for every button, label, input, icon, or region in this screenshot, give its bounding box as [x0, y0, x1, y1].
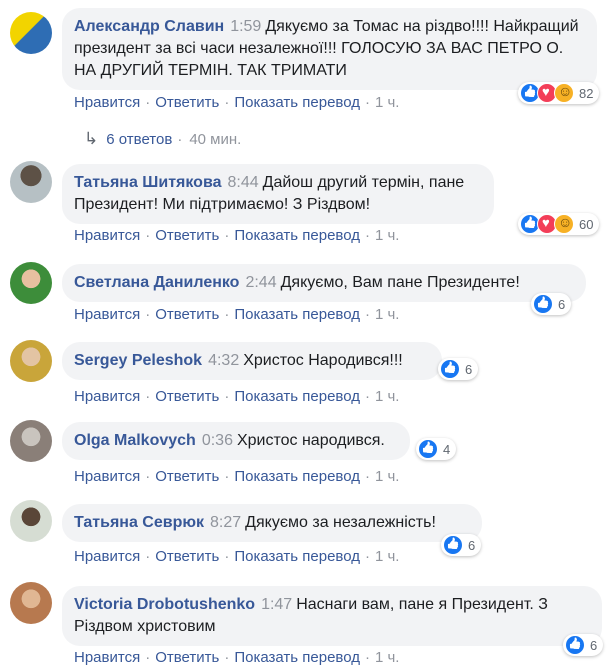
like-reaction-icon — [533, 294, 553, 314]
like-link[interactable]: Нравится — [74, 649, 140, 666]
comment-bubble: Татьяна Севрюк 8:27 Дякуємо за незалежніст… — [62, 504, 482, 542]
like-link[interactable]: Нравится — [74, 94, 140, 111]
translate-link[interactable]: Показать перевод — [234, 306, 360, 323]
reply-link[interactable]: Ответить — [155, 306, 219, 323]
like-link[interactable]: Нравится — [74, 227, 140, 244]
comment-text: Христос народився. — [236, 432, 385, 449]
comment-author[interactable]: Victoria Drobotushenko — [74, 596, 255, 613]
replies-count[interactable]: 6 ответов — [106, 131, 172, 148]
reply-link[interactable]: Ответить — [155, 548, 219, 565]
reaction-summary[interactable]: 6 — [531, 293, 572, 315]
comment-actions: Нравится · Ответить · Показать перевод · 1 ч. — [74, 227, 400, 244]
comment-age[interactable]: 1 ч. — [375, 468, 400, 485]
avatar[interactable] — [10, 420, 52, 462]
translate-link[interactable]: Показать перевод — [234, 649, 360, 666]
comment-author[interactable]: Татьяна Севрюк — [74, 514, 204, 531]
avatar[interactable] — [10, 500, 52, 542]
view-replies-link[interactable]: ↳ 6 ответов · 40 мин. — [84, 129, 241, 149]
translate-link[interactable]: Показать перевод — [234, 468, 360, 485]
avatar[interactable] — [10, 12, 52, 54]
comment-age[interactable]: 1 ч. — [375, 548, 400, 565]
comment-text: Христос Народився!!! — [243, 352, 403, 369]
reaction-summary[interactable]: 82 — [518, 82, 600, 104]
comment-actions: Нравится · Ответить · Показать перевод · 1 ч. — [74, 649, 400, 666]
comment-actions: Нравится · Ответить · Показать перевод · 1 ч. — [74, 468, 400, 485]
comment-time[interactable]: 1:47 — [261, 596, 292, 613]
comment-bubble: Светлана Даниленко 2:44 Дякуємо, Вам пане … — [62, 264, 586, 302]
comment-bubble: Olga Malkovych 0:36 Христос народився. — [62, 422, 410, 460]
avatar[interactable] — [10, 340, 52, 382]
comment-time[interactable]: 2:44 — [245, 274, 276, 291]
comment-bubble: Victoria Drobotushenko 1:47 Наснаги вам, п… — [62, 586, 602, 646]
reaction-count: 60 — [579, 216, 594, 232]
reply-link[interactable]: Ответить — [155, 468, 219, 485]
reply-link[interactable]: Ответить — [155, 649, 219, 666]
comment-age[interactable]: 1 ч. — [375, 649, 400, 666]
comment-age[interactable]: 1 ч. — [375, 388, 400, 405]
reaction-count: 6 — [558, 296, 566, 312]
comment-bubble: Александр Славин 1:59 Дякуємо за Томас на … — [62, 8, 597, 90]
reply-arrow-icon: ↳ — [84, 129, 99, 148]
comment-author[interactable]: Светлана Даниленко — [74, 274, 239, 291]
reaction-count: 6 — [465, 361, 473, 377]
comment-time[interactable]: 8:44 — [227, 174, 258, 191]
comment-age[interactable]: 1 ч. — [375, 94, 400, 111]
like-link[interactable]: Нравится — [74, 468, 140, 485]
avatar[interactable] — [10, 161, 52, 203]
comment-age[interactable]: 1 ч. — [375, 227, 400, 244]
reaction-count: 4 — [443, 441, 451, 457]
comment-bubble: Sergey Peleshok 4:32 Христос Народився!!! — [62, 342, 442, 380]
comment-author[interactable]: Татьяна Шитякова — [74, 174, 221, 191]
avatar[interactable] — [10, 582, 52, 624]
reaction-summary[interactable]: 6 — [441, 534, 482, 556]
haha-reaction-icon — [554, 83, 574, 103]
like-reaction-icon — [565, 635, 585, 655]
translate-link[interactable]: Показать перевод — [234, 94, 360, 111]
translate-link[interactable]: Показать перевод — [234, 227, 360, 244]
like-reaction-icon — [418, 439, 438, 459]
comment-actions: Нравится · Ответить · Показать перевод · 1 ч. — [74, 548, 400, 565]
comment-author[interactable]: Olga Malkovych — [74, 432, 196, 449]
translate-link[interactable]: Показать перевод — [234, 548, 360, 565]
reaction-summary[interactable]: 60 — [518, 213, 600, 235]
reaction-count: 6 — [590, 637, 598, 653]
avatar[interactable] — [10, 262, 52, 304]
comment-time[interactable]: 0:36 — [202, 432, 233, 449]
reaction-summary[interactable]: 6 — [563, 634, 604, 656]
haha-reaction-icon — [554, 214, 574, 234]
reaction-summary[interactable]: 4 — [416, 438, 457, 460]
like-link[interactable]: Нравится — [74, 388, 140, 405]
comment-actions: Нравится · Ответить · Показать перевод · 1 ч. — [74, 306, 400, 323]
reaction-count: 6 — [468, 537, 476, 553]
like-link[interactable]: Нравится — [74, 548, 140, 565]
comment-author[interactable]: Александр Славин — [74, 18, 224, 35]
reaction-summary[interactable]: 6 — [438, 358, 479, 380]
reply-link[interactable]: Ответить — [155, 227, 219, 244]
replies-age: 40 мин. — [189, 131, 242, 148]
comment-time[interactable]: 8:27 — [210, 514, 241, 531]
comment-author[interactable]: Sergey Peleshok — [74, 352, 202, 369]
comment-text: Дякуємо за незалежність! — [245, 514, 436, 531]
comment-bubble: Татьяна Шитякова 8:44 Дайош другий термін,… — [62, 164, 494, 224]
translate-link[interactable]: Показать перевод — [234, 388, 360, 405]
reply-link[interactable]: Ответить — [155, 388, 219, 405]
comment-age[interactable]: 1 ч. — [375, 306, 400, 323]
like-reaction-icon — [443, 535, 463, 555]
like-reaction-icon — [440, 359, 460, 379]
like-link[interactable]: Нравится — [74, 306, 140, 323]
reply-link[interactable]: Ответить — [155, 94, 219, 111]
comment-actions: Нравится · Ответить · Показать перевод · 1 ч. — [74, 94, 400, 111]
comment-actions: Нравится · Ответить · Показать перевод · 1 ч. — [74, 388, 400, 405]
comment-time[interactable]: 1:59 — [230, 18, 261, 35]
reaction-count: 82 — [579, 85, 594, 101]
comment-time[interactable]: 4:32 — [208, 352, 239, 369]
comment-text: Дякуємо, Вам пане Президенте! — [280, 274, 520, 291]
